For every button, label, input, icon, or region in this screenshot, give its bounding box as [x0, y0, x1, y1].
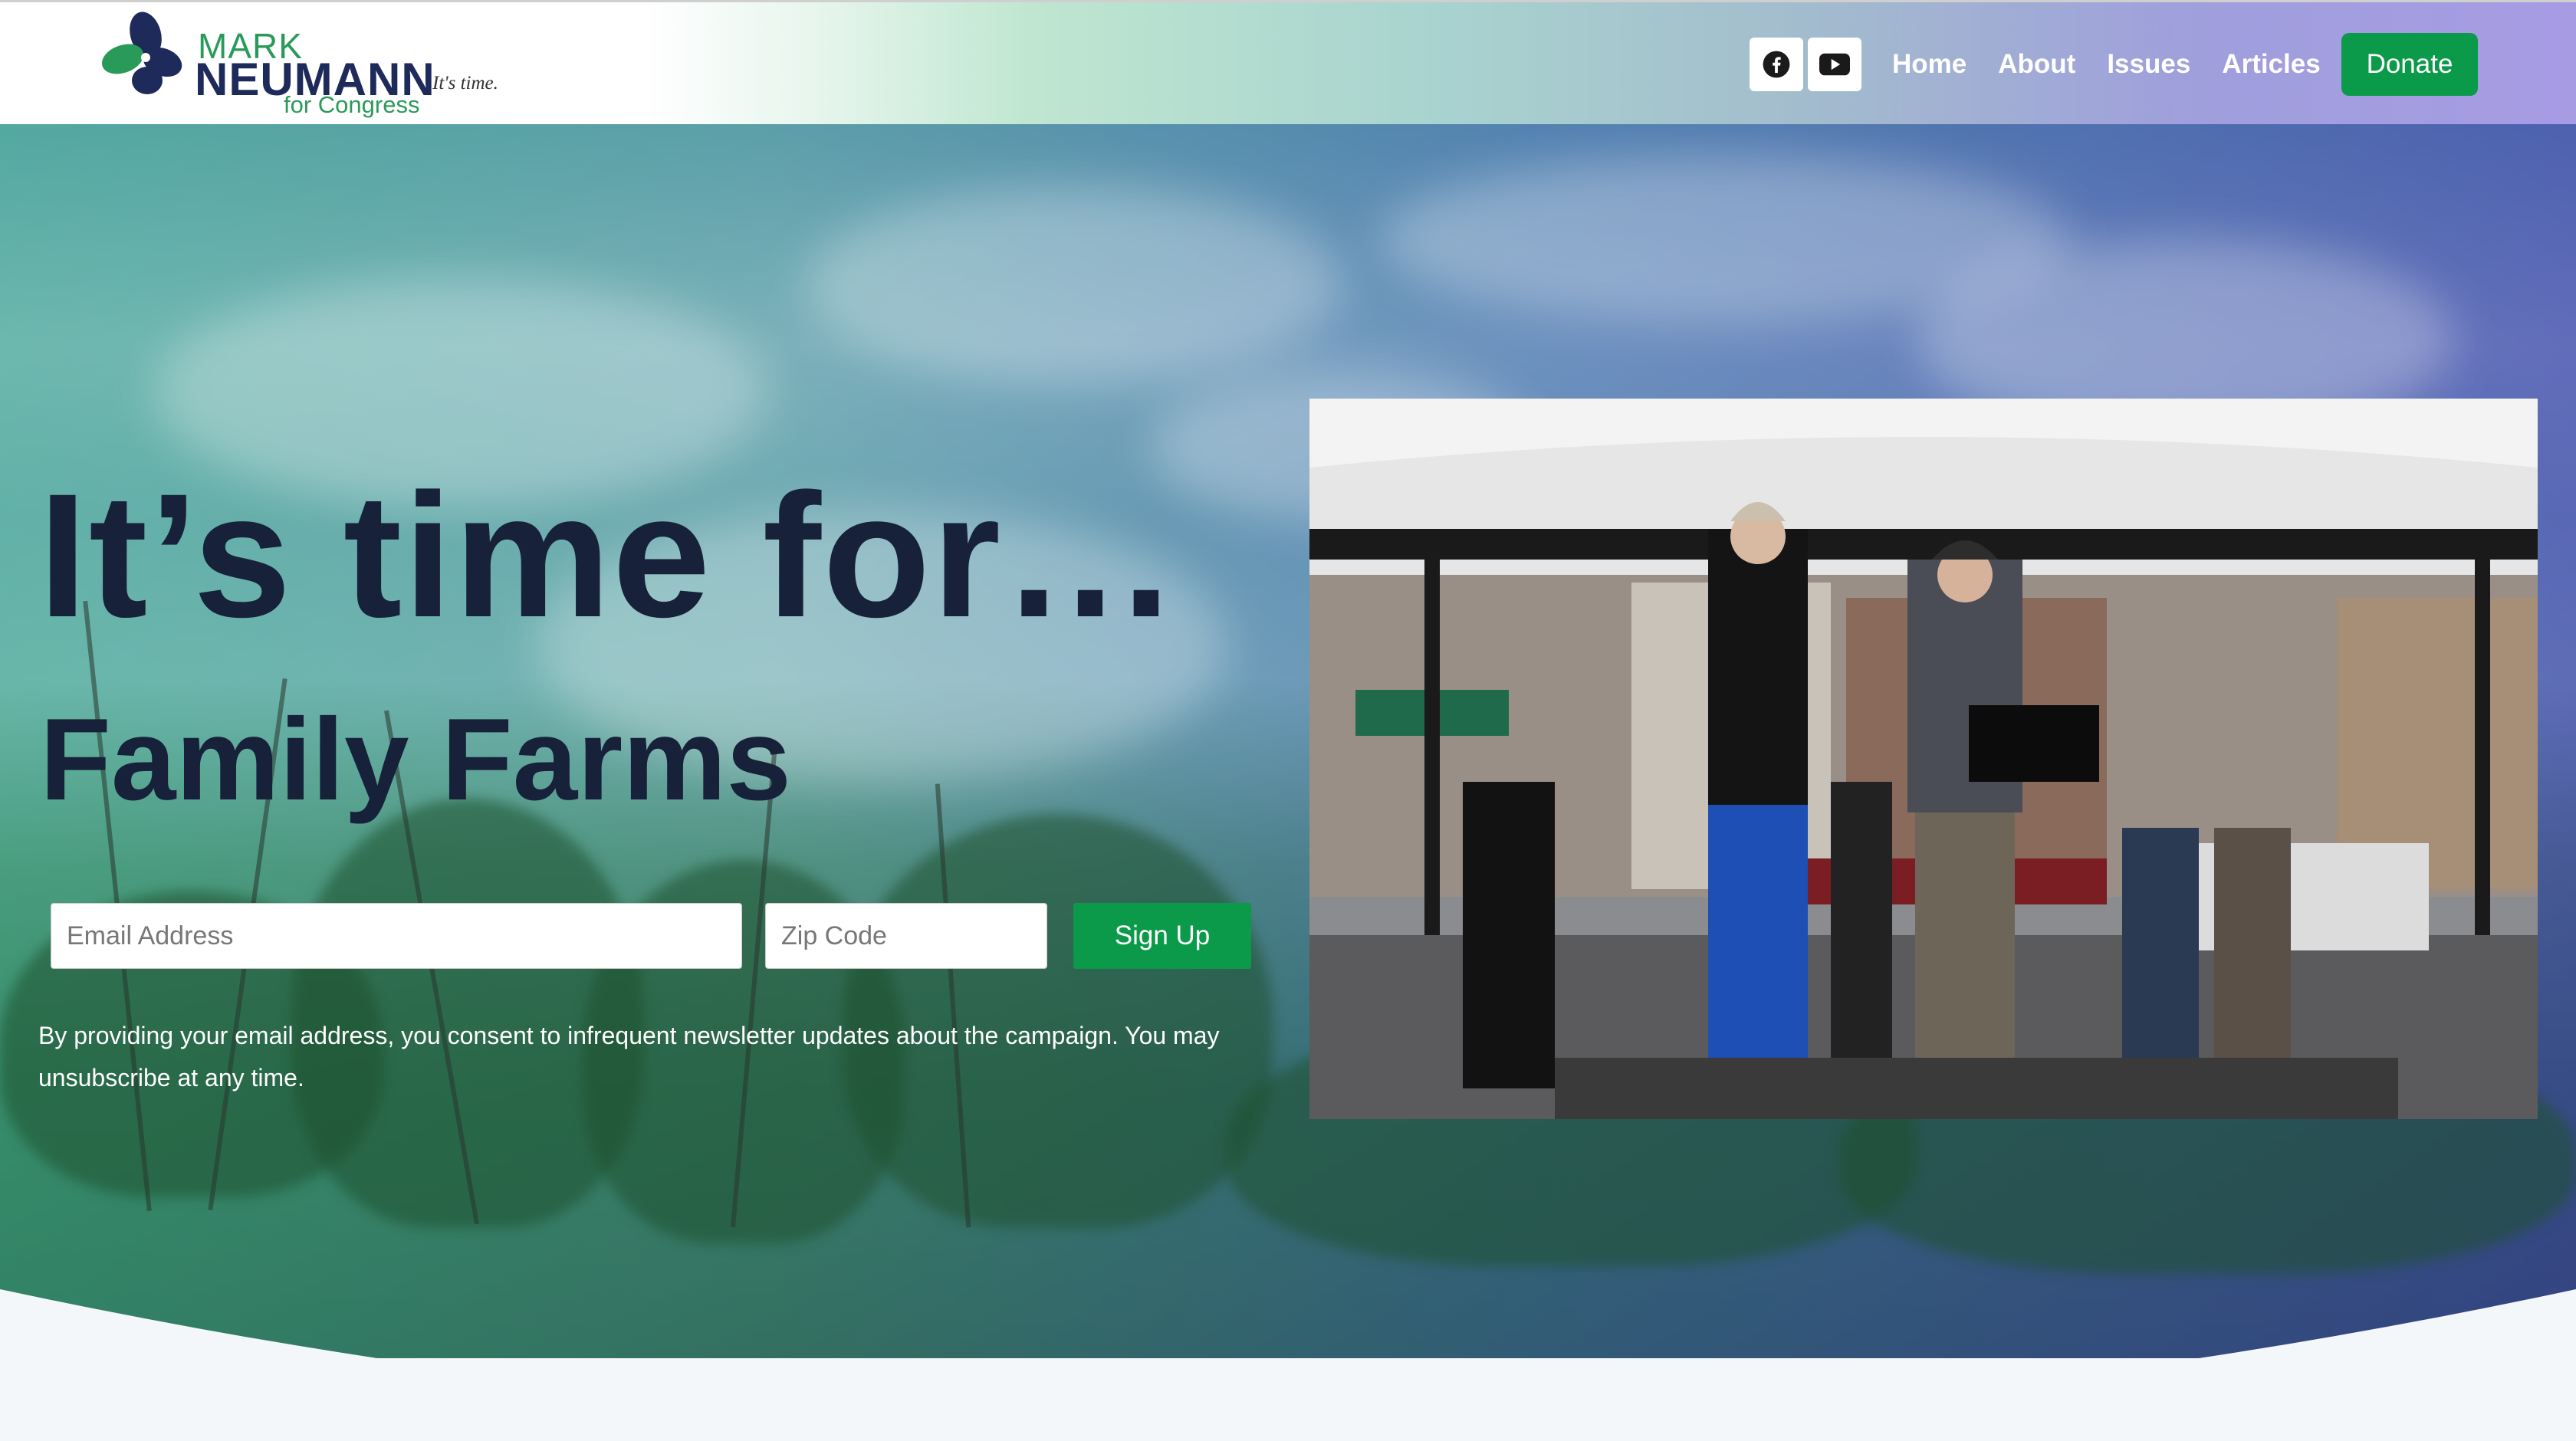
nav-issues[interactable]: Issues [2107, 41, 2190, 88]
hero-wave-divider [0, 1289, 2576, 1358]
flower-logo-icon [101, 11, 182, 94]
youtube-icon [1819, 53, 1850, 76]
nav-home[interactable]: Home [1892, 41, 1967, 88]
facebook-icon [1763, 51, 1790, 78]
campaign-event-photo [1309, 399, 2538, 1119]
nav-about[interactable]: About [1998, 41, 2075, 88]
site-logo[interactable]: MARK NEUMANN for Congress It's time. [100, 11, 529, 119]
donate-button[interactable]: Donate [2341, 33, 2478, 96]
consent-text: By providing your email address, you con… [38, 1022, 1220, 1091]
hero-subhead: Family Farms [40, 694, 791, 825]
hero-headline: It’s time for… [38, 457, 1181, 654]
youtube-link[interactable] [1808, 38, 1861, 91]
zip-code-field[interactable] [765, 903, 1047, 969]
hero-section: It’s time for… Family Farms Sign Up By p… [0, 124, 2576, 1358]
sign-up-button[interactable]: Sign Up [1073, 903, 1251, 969]
logo-tagline: It's time. [432, 73, 498, 94]
email-field[interactable] [51, 903, 742, 969]
nav-articles[interactable]: Articles [2222, 41, 2320, 88]
main-nav: Home About Issues Articles [1892, 41, 2352, 88]
site-header: MARK NEUMANN for Congress It's time. Hom… [0, 0, 2576, 124]
logo-subtitle: for Congress [284, 91, 420, 118]
facebook-link[interactable] [1750, 38, 1803, 91]
